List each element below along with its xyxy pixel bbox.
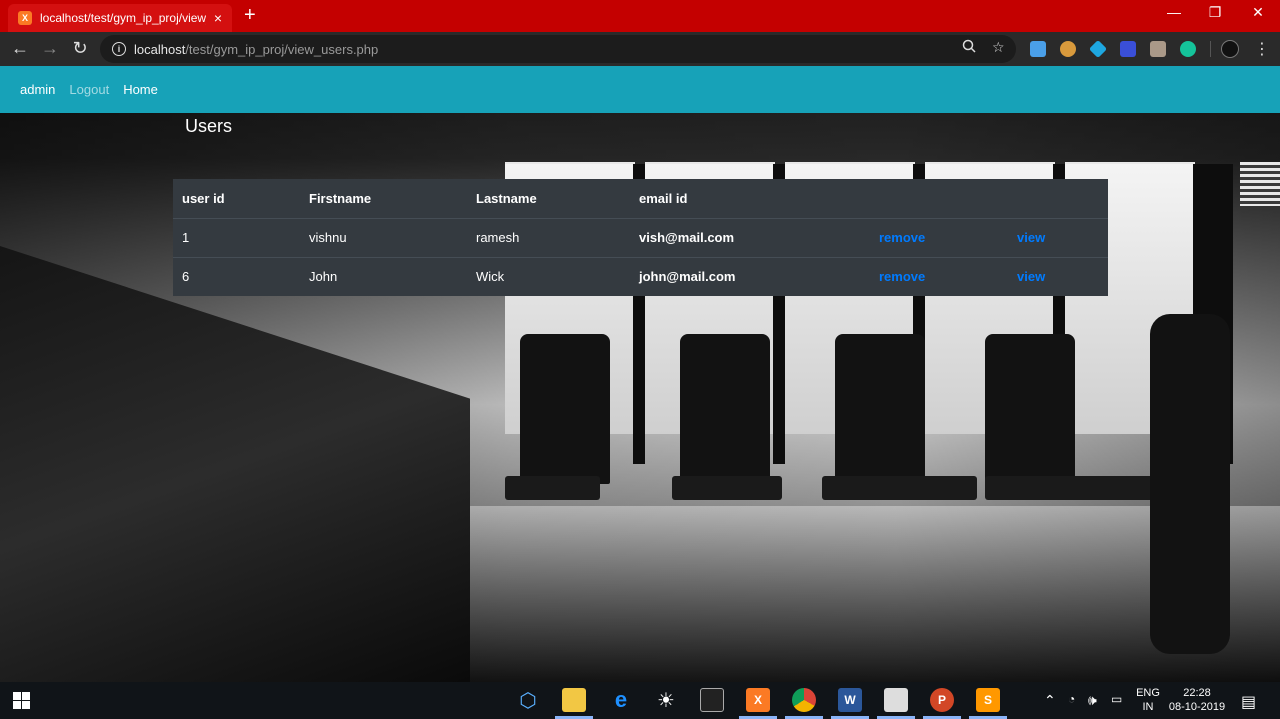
minimize-button[interactable]: — — [1164, 4, 1184, 20]
grammarly-icon[interactable] — [1180, 41, 1196, 57]
new-tab-button[interactable]: + — [244, 5, 256, 25]
cell-firstname: vishnu — [300, 217, 467, 257]
star-icon[interactable]: ☆ — [992, 39, 1005, 56]
address-bar[interactable]: i localhost/test/gym_ip_proj/view_users.… — [100, 35, 1016, 63]
file-explorer-icon[interactable] — [562, 688, 586, 712]
remove-link[interactable]: remove — [879, 230, 925, 245]
column-header-remove — [870, 179, 1008, 219]
page-viewport: admin Logout Home Users user id Firstnam… — [0, 66, 1280, 682]
language-bottom: IN — [1142, 701, 1154, 713]
clock-time: 22:28 — [1183, 687, 1211, 699]
toolbar-divider — [1210, 41, 1211, 57]
extension-puzzle-icon[interactable] — [1120, 41, 1136, 57]
cell-lastname: Wick — [467, 256, 630, 296]
reload-icon[interactable]: ↻ — [69, 38, 91, 58]
maximize-button[interactable]: ❐ — [1205, 4, 1225, 21]
info-icon[interactable]: i — [112, 42, 126, 56]
view-link[interactable]: view — [1017, 269, 1045, 284]
table-header-row: user id Firstname Lastname email id — [173, 179, 1108, 219]
word-icon[interactable]: W — [838, 688, 862, 712]
column-header-firstname: Firstname — [300, 179, 467, 219]
page-title: Users — [185, 116, 233, 136]
language-indicator[interactable]: ENG IN — [1134, 686, 1162, 714]
browser-tab-bar: X localhost/test/gym_ip_proj/view_ × + —… — [0, 0, 1280, 32]
brightness-icon[interactable]: ☀ — [654, 688, 678, 712]
nav-admin-link[interactable]: admin — [20, 82, 55, 97]
url-host: localhost — [134, 41, 186, 57]
cell-view: view — [1008, 217, 1108, 257]
chevron-up-icon[interactable]: ⌃ — [1044, 692, 1056, 709]
nav-logout-link[interactable]: Logout — [69, 82, 109, 97]
virtualbox-icon[interactable]: ⬡ — [516, 688, 540, 712]
profile-avatar[interactable] — [1221, 40, 1239, 58]
forward-icon[interactable]: → — [39, 38, 61, 58]
nav-home-link[interactable]: Home — [123, 82, 158, 97]
url-text: localhost/test/gym_ip_proj/view_users.ph… — [134, 42, 378, 57]
cell-user-id: 1 — [173, 217, 300, 257]
url-path: /test/gym_ip_proj/view_users.php — [185, 41, 379, 57]
users-table: user id Firstname Lastname email id 1 vi… — [173, 179, 1108, 296]
powerpoint-icon[interactable]: P — [930, 688, 954, 712]
column-header-user-id: user id — [173, 179, 300, 219]
xampp-favicon-icon: X — [18, 11, 32, 25]
window-close-button[interactable]: ✕ — [1248, 4, 1268, 21]
clock-date: 08-10-2019 — [1168, 701, 1226, 713]
terminal-icon[interactable] — [700, 688, 724, 712]
column-header-view — [1008, 179, 1108, 219]
cell-remove: remove — [870, 256, 1008, 296]
windows-start-icon[interactable] — [13, 692, 30, 709]
browser-toolbar: ← → ↻ i localhost/test/gym_ip_proj/view_… — [0, 32, 1280, 66]
battery-icon[interactable]: ▭ — [1111, 692, 1122, 706]
cell-user-id: 6 — [173, 256, 300, 296]
windows-taskbar: ⬡ e ☀ X W P S ⌃ ◔ 🕪 ▭ ENG IN 22:28 08-10-2… — [0, 682, 1280, 719]
gym-background-image — [0, 66, 1280, 682]
chrome-icon[interactable] — [792, 688, 816, 712]
cell-email: john@mail.com — [630, 256, 870, 296]
extension-bottle-icon[interactable] — [1150, 41, 1166, 57]
table-row: 1 vishnu ramesh vish@mail.com remove vie… — [173, 217, 1108, 257]
menu-icon[interactable]: ⋮ — [1254, 39, 1270, 59]
photos-icon[interactable] — [884, 688, 908, 712]
edge-icon[interactable]: e — [609, 687, 633, 712]
zoom-icon[interactable] — [962, 39, 976, 56]
extension-hex-icon[interactable] — [1088, 39, 1108, 59]
cell-email: vish@mail.com — [630, 217, 870, 257]
cell-firstname: John — [300, 256, 467, 296]
sublime-text-icon[interactable]: S — [976, 688, 1000, 712]
clock[interactable]: 22:28 08-10-2019 — [1166, 686, 1228, 714]
column-header-email: email id — [630, 179, 870, 219]
tab-close-icon[interactable]: × — [214, 10, 222, 26]
table-row: 6 John Wick john@mail.com remove view — [173, 256, 1108, 296]
top-navbar: admin Logout Home — [0, 66, 1280, 113]
extension-cookie-icon[interactable] — [1060, 41, 1076, 57]
volume-icon[interactable]: 🕪 — [1088, 692, 1097, 709]
notification-icon[interactable]: ▤ — [1241, 692, 1256, 712]
cell-lastname: ramesh — [467, 217, 630, 257]
browser-tab[interactable]: X localhost/test/gym_ip_proj/view_ × — [8, 4, 232, 32]
xampp-icon[interactable]: X — [746, 688, 770, 712]
language-top: ENG — [1136, 687, 1160, 699]
cell-view: view — [1008, 256, 1108, 296]
tab-title: localhost/test/gym_ip_proj/view_ — [40, 11, 206, 25]
column-header-lastname: Lastname — [467, 179, 630, 219]
remove-link[interactable]: remove — [879, 269, 925, 284]
extension-save-icon[interactable] — [1030, 41, 1046, 57]
wifi-icon[interactable]: ◔ — [1068, 692, 1075, 706]
cell-remove: remove — [870, 217, 1008, 257]
back-icon[interactable]: ← — [9, 38, 31, 58]
view-link[interactable]: view — [1017, 230, 1045, 245]
